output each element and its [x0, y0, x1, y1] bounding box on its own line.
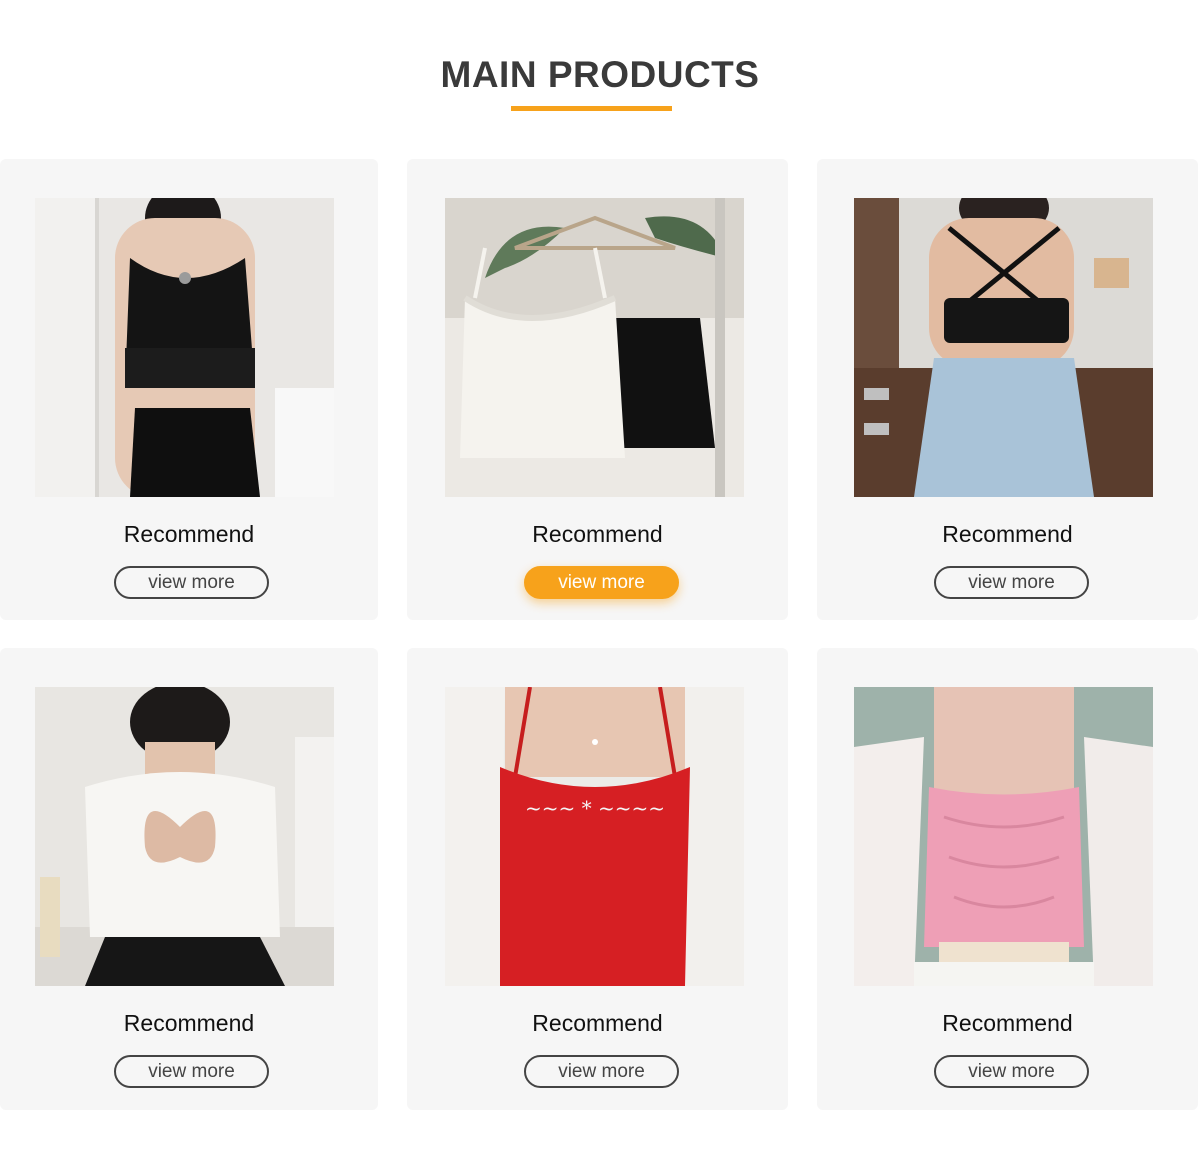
product-image[interactable]	[35, 687, 334, 986]
view-more-button[interactable]: view more	[114, 566, 269, 599]
white-and-black-lace-bralette-photo	[445, 198, 744, 497]
product-label: Recommend	[123, 521, 255, 547]
product-card: Recommend view more	[0, 648, 378, 1110]
product-image[interactable]	[854, 198, 1153, 497]
product-label: Recommend	[942, 1010, 1073, 1036]
black-cami-crop-top-photo	[35, 198, 334, 497]
product-card: Recommend view more	[0, 159, 378, 620]
product-card: Recommend view more	[817, 159, 1198, 620]
view-more-button[interactable]: view more	[524, 566, 679, 599]
section-title: MAIN PRODUCTS	[440, 54, 760, 95]
view-more-button[interactable]: view more	[114, 1055, 269, 1088]
view-more-button[interactable]: view more	[934, 1055, 1089, 1088]
product-card: Recommend view more	[817, 648, 1198, 1110]
product-label: Recommend	[532, 1010, 663, 1036]
view-more-button[interactable]: view more	[524, 1055, 679, 1088]
product-image[interactable]	[445, 198, 744, 497]
product-image[interactable]	[35, 198, 334, 497]
view-more-button[interactable]: view more	[934, 566, 1089, 599]
svg-text:~~~ * ~~~~: ~~~ * ~~~~	[525, 796, 665, 820]
product-label: Recommend	[532, 521, 663, 547]
title-underline	[511, 106, 672, 111]
white-butterfly-back-tee-photo	[35, 687, 334, 986]
product-card: ~~~ * ~~~~ Recommend view more	[407, 648, 788, 1110]
red-print-cami-photo: ~~~ * ~~~~	[445, 687, 744, 986]
pink-ruched-cami-photo	[854, 687, 1153, 986]
product-image[interactable]: ~~~ * ~~~~	[445, 687, 744, 986]
product-image[interactable]	[854, 687, 1153, 986]
product-card: Recommend view more	[407, 159, 788, 620]
product-label: Recommend	[123, 1010, 255, 1036]
product-label: Recommend	[942, 521, 1073, 547]
black-cross-back-crop-top-photo	[854, 198, 1153, 497]
